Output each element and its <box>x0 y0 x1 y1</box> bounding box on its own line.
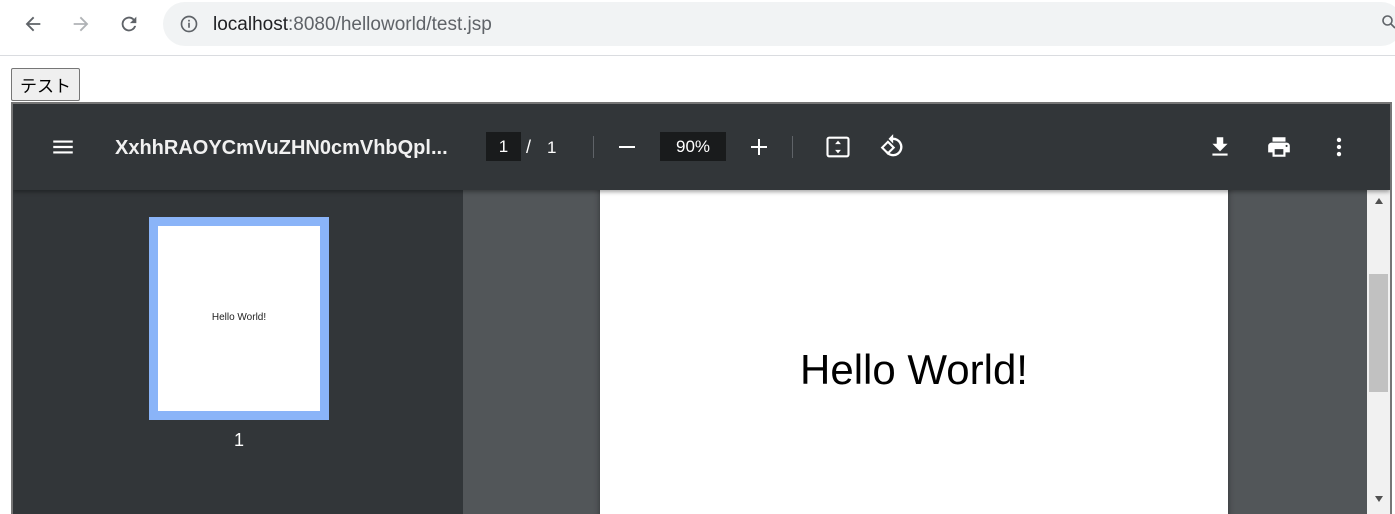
arrow-right-icon <box>73 16 89 32</box>
fit-page-button[interactable] <box>823 132 853 162</box>
reload-button[interactable] <box>113 8 145 40</box>
download-button[interactable] <box>1206 133 1234 161</box>
page-total: 1 <box>547 138 557 157</box>
pdf-toolbar: XxhhRAOYCmVuZHN0cmVhbQpl... 1 / 1 90% <box>13 104 1390 190</box>
test-button[interactable]: テスト <box>11 68 80 101</box>
print-icon <box>1268 137 1290 157</box>
thumbnail-sidebar: Hello World! 1 <box>13 190 463 514</box>
rotate-button[interactable] <box>877 132 907 162</box>
zoom-out-icon <box>619 146 635 148</box>
zoom-level-input[interactable]: 90% <box>660 132 726 161</box>
pdf-embed: XxhhRAOYCmVuZHN0cmVhbQpl... 1 / 1 90% He… <box>11 102 1392 514</box>
pdf-page: Hello World! <box>600 180 1228 514</box>
toolbar-divider <box>792 136 793 158</box>
toolbar-divider <box>593 136 594 158</box>
url-text[interactable]: localhost:8080/helloworld/test.jsp <box>213 14 492 36</box>
page-number-input[interactable]: 1 <box>486 132 521 161</box>
more-options-button[interactable] <box>1325 133 1353 161</box>
thumbnail-page-number: 1 <box>233 430 244 450</box>
vertical-scrollbar[interactable] <box>1367 190 1390 514</box>
zoom-out-button[interactable] <box>613 133 641 161</box>
thumbnail-page: Hello World! <box>158 226 320 411</box>
rotate-icon <box>880 134 903 157</box>
zoom-in-button[interactable] <box>745 133 773 161</box>
thumbnail-text: Hello World! <box>211 312 267 323</box>
info-icon[interactable] <box>179 14 199 34</box>
menu-icon <box>53 140 73 154</box>
document-text: Hello World! <box>800 346 1028 393</box>
menu-button[interactable] <box>49 133 77 161</box>
arrow-left-icon <box>25 16 41 32</box>
document-viewer: Hello World! <box>463 180 1367 514</box>
forward-button[interactable] <box>65 8 97 40</box>
back-button[interactable] <box>17 8 49 40</box>
address-bar[interactable]: localhost:8080/helloworld/test.jsp <box>163 2 1395 46</box>
zoom-in-icon <box>751 139 767 155</box>
reload-icon <box>121 16 137 32</box>
scroll-down-button[interactable] <box>1367 490 1390 508</box>
url-path: :8080/helloworld/test.jsp <box>288 14 492 35</box>
search-icon[interactable] <box>1381 14 1395 30</box>
more-vert-icon <box>1336 137 1342 157</box>
browser-toolbar: localhost:8080/helloworld/test.jsp <box>0 0 1395 56</box>
document-title: XxhhRAOYCmVuZHN0cmVhbQpl... <box>115 137 448 159</box>
fit-page-icon <box>826 136 850 158</box>
triangle-down-icon <box>1374 496 1383 502</box>
download-icon <box>1212 137 1228 156</box>
scrollbar-thumb[interactable] <box>1369 274 1388 392</box>
page-separator: / <box>526 137 532 157</box>
print-button[interactable] <box>1265 133 1293 161</box>
url-host: localhost <box>213 14 288 35</box>
triangle-up-icon <box>1374 198 1383 204</box>
page-thumbnail[interactable]: Hello World! <box>149 217 329 420</box>
scroll-up-button[interactable] <box>1367 192 1390 210</box>
